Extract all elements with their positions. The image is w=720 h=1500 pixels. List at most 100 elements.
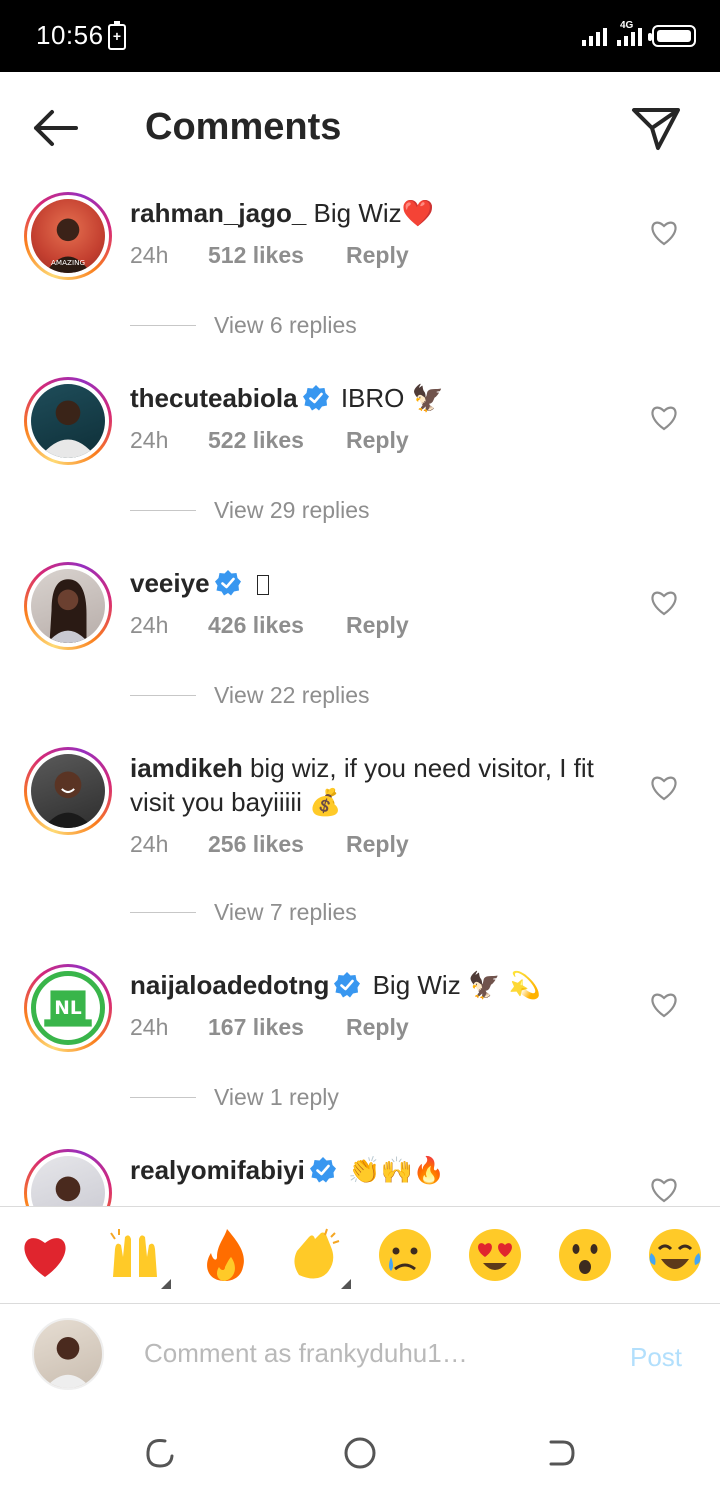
comment-likes[interactable]: 167 likes: [208, 1014, 346, 1041]
battery-icon: [648, 25, 696, 47]
view-replies-button[interactable]: View 7 replies: [130, 899, 357, 926]
comment-username[interactable]: naijaloadedotng: [130, 970, 329, 1000]
divider: [130, 325, 196, 326]
heart-icon[interactable]: [650, 590, 678, 616]
avatar[interactable]: NL: [24, 964, 112, 1052]
view-replies-label: View 22 replies: [214, 682, 370, 708]
status-time: 10:56: [36, 20, 104, 50]
comment-time: 24h: [130, 242, 169, 268]
svg-text:AMAZING: AMAZING: [51, 258, 85, 267]
comment-emoji: 🦅: [411, 384, 445, 414]
recent-apps-icon[interactable]: [143, 1436, 177, 1470]
comment-username[interactable]: iamdikeh: [130, 753, 243, 783]
comment-time: 24h: [130, 831, 169, 857]
view-replies-label: View 7 replies: [214, 899, 357, 925]
comment-time: 24h: [130, 612, 169, 638]
view-replies-button[interactable]: View 22 replies: [130, 682, 370, 709]
comment-meta: 24h 522 likes Reply: [130, 427, 409, 454]
comment-body: realyomifabiyi 👏🙌🔥: [130, 1153, 630, 1188]
avatar[interactable]: AMAZING: [24, 192, 112, 280]
skin-tone-indicator: [161, 1279, 171, 1289]
view-replies-button[interactable]: View 29 replies: [130, 497, 370, 524]
surprised-face-icon[interactable]: [557, 1227, 613, 1283]
comment-emoji: ❤️: [401, 199, 435, 229]
comment-body: veeiye: [130, 566, 630, 600]
divider: [130, 912, 196, 913]
comment-username[interactable]: thecuteabiola: [130, 383, 298, 413]
network-type: 4G: [620, 20, 634, 31]
comment-emoji: 💰: [309, 788, 342, 818]
view-replies-button[interactable]: View 1 reply: [130, 1084, 339, 1111]
clapping-hands-icon[interactable]: [287, 1227, 351, 1289]
paper-plane-icon[interactable]: [630, 104, 682, 152]
fire-icon[interactable]: [197, 1227, 253, 1283]
comment-input[interactable]: [144, 1338, 604, 1369]
emoji-reaction-bar: [0, 1206, 720, 1304]
back-nav-icon[interactable]: [543, 1436, 577, 1470]
status-bar: 10:56 + 4G: [0, 0, 720, 72]
heart-icon[interactable]: [650, 405, 678, 431]
crying-face-icon[interactable]: [377, 1227, 433, 1283]
arrow-left-icon[interactable]: [30, 106, 80, 150]
comment-likes[interactable]: 522 likes: [208, 427, 346, 454]
comment-likes[interactable]: 426 likes: [208, 612, 346, 639]
tears-of-joy-icon[interactable]: [647, 1227, 703, 1283]
heart-icon[interactable]: [650, 775, 678, 801]
verified-badge-icon: [302, 385, 329, 411]
home-icon[interactable]: [343, 1436, 377, 1470]
svg-text:NL: NL: [54, 998, 82, 1019]
reply-button[interactable]: Reply: [346, 612, 409, 639]
verified-badge-icon: [214, 570, 241, 596]
heart-eyes-icon[interactable]: [467, 1227, 523, 1283]
avatar[interactable]: [24, 747, 112, 835]
comment-emoji: 👏🙌🔥: [348, 1156, 446, 1186]
comment-likes[interactable]: 256 likes: [208, 831, 346, 858]
comment-meta: 24h 256 likes Reply: [130, 831, 409, 858]
comment-time: 24h: [130, 427, 169, 453]
view-replies-label: View 1 reply: [214, 1084, 339, 1110]
user-avatar: [32, 1318, 104, 1390]
comment-body: naijaloadedotng Big Wiz 🦅 💫: [130, 968, 630, 1003]
verified-badge-icon: [309, 1157, 336, 1183]
skin-tone-indicator: [341, 1279, 351, 1289]
comment-emoji: 🦅 💫: [467, 971, 541, 1001]
battery-saver-icon: +: [108, 21, 126, 50]
divider: [130, 1097, 196, 1098]
comment-text: IBRO: [340, 383, 405, 413]
page-title: Comments: [145, 106, 342, 148]
heart-icon[interactable]: [650, 992, 678, 1018]
comment-meta: 24h 167 likes Reply: [130, 1014, 409, 1041]
missing-glyph: [256, 575, 269, 595]
system-nav-bar: [0, 1408, 720, 1500]
reply-button[interactable]: Reply: [346, 242, 409, 269]
raised-hands-icon[interactable]: [107, 1227, 171, 1289]
view-replies-label: View 29 replies: [214, 497, 370, 523]
comment-composer: Post: [0, 1304, 720, 1408]
comments-list[interactable]: AMAZING rahman_jago_ Big Wiz❤️ 24h 512 l…: [0, 182, 720, 1206]
comment-username[interactable]: realyomifabiyi: [130, 1155, 305, 1185]
reply-button[interactable]: Reply: [346, 427, 409, 454]
comment-likes[interactable]: 512 likes: [208, 242, 346, 269]
comment-username[interactable]: veeiye: [130, 568, 210, 598]
view-replies-label: View 6 replies: [214, 312, 357, 338]
signal-icon: [582, 26, 607, 46]
comment-body: rahman_jago_ Big Wiz❤️: [130, 196, 630, 231]
comment-username[interactable]: rahman_jago_: [130, 198, 306, 228]
post-button[interactable]: Post: [630, 1342, 682, 1373]
avatar[interactable]: [24, 1149, 112, 1206]
view-replies-button[interactable]: View 6 replies: [130, 312, 357, 339]
header: Comments: [0, 72, 720, 182]
red-heart-icon[interactable]: [17, 1227, 73, 1283]
reply-button[interactable]: Reply: [346, 831, 409, 858]
divider: [130, 695, 196, 696]
reply-button[interactable]: Reply: [346, 1014, 409, 1041]
heart-icon[interactable]: [650, 220, 678, 246]
comment-body: iamdikeh big wiz, if you need visitor, I…: [130, 751, 630, 820]
comment-text: Big Wiz: [372, 970, 461, 1000]
comment-time: 24h: [130, 1014, 169, 1040]
avatar[interactable]: [24, 562, 112, 650]
verified-badge-icon: [334, 972, 361, 998]
avatar[interactable]: [24, 377, 112, 465]
comment-meta: 24h 512 likes Reply: [130, 242, 409, 269]
heart-icon[interactable]: [650, 1177, 678, 1203]
